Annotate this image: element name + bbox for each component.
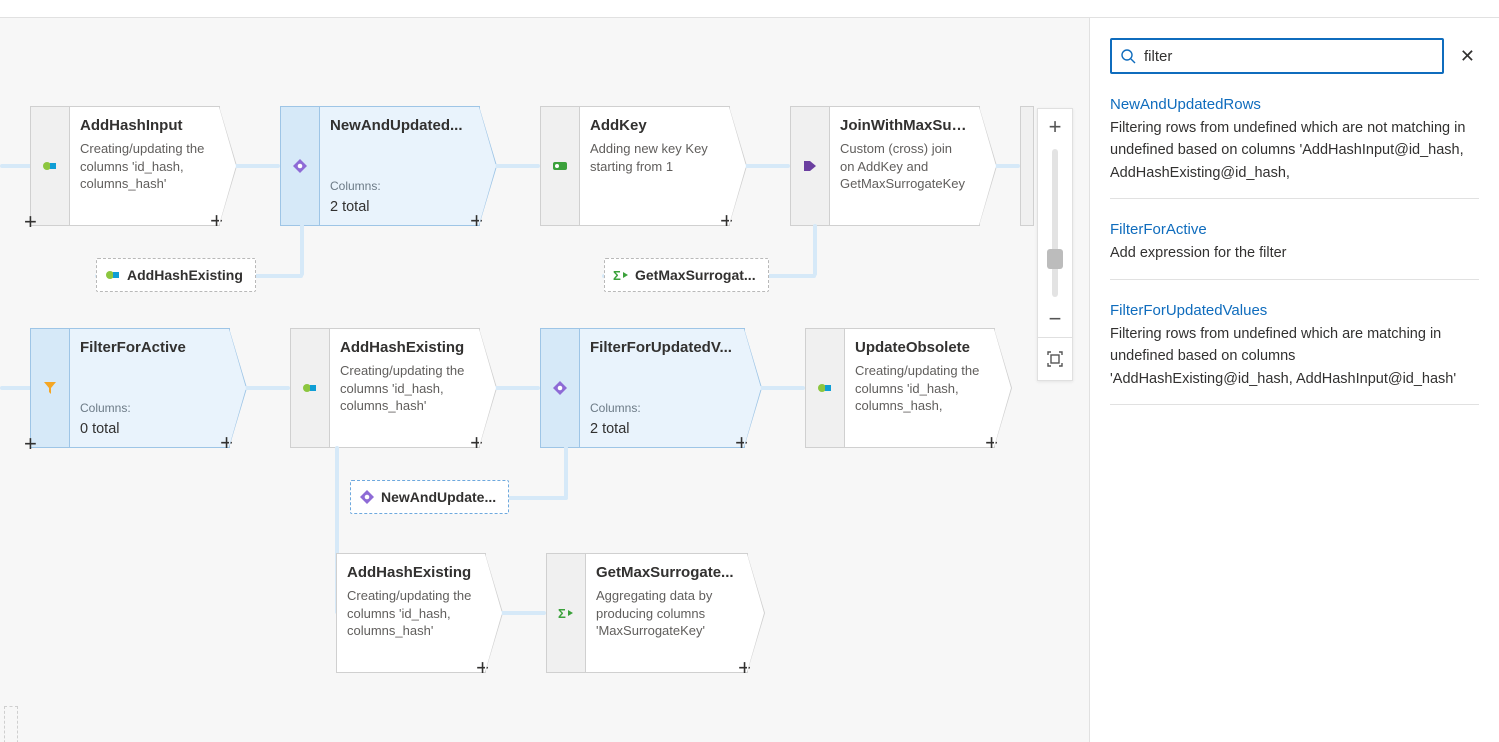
node-desc: Custom (cross) join on AddKey and GetMax…	[840, 140, 969, 193]
derived-column-icon	[105, 267, 121, 283]
svg-text:Σ: Σ	[558, 606, 566, 621]
svg-text:Σ: Σ	[613, 268, 621, 283]
node-meta-label: Columns:	[590, 401, 734, 415]
zoom-fit-button[interactable]	[1037, 338, 1073, 380]
node-meta-value: 2 total	[330, 199, 469, 215]
result-desc: Add expression for the filter	[1110, 242, 1479, 264]
search-box[interactable]	[1110, 38, 1444, 74]
add-after-icon[interactable]: +	[220, 432, 233, 454]
add-after-icon[interactable]: +	[470, 432, 483, 454]
node-addhashexisting-2[interactable]: AddHashExisting Creating/updating the co…	[332, 553, 486, 673]
node-title: AddHashExisting	[347, 564, 475, 581]
ref-getmaxsurrogate[interactable]: Σ GetMaxSurrogat...	[604, 258, 769, 292]
add-after-icon[interactable]: +	[210, 210, 223, 232]
ref-newandupdated[interactable]: NewAndUpdate...	[350, 480, 509, 514]
derived-column-icon	[805, 328, 845, 448]
top-bar	[0, 0, 1499, 18]
node-title: GetMaxSurrogate...	[596, 564, 737, 581]
node-title: AddHashInput	[80, 117, 209, 134]
add-after-icon[interactable]: +	[720, 210, 733, 232]
flow-canvas[interactable]: + AddHashInput Creating/updating the col…	[0, 18, 1089, 742]
node-title: AddHashExisting	[340, 339, 469, 356]
add-before-icon[interactable]: +	[24, 433, 37, 455]
search-result[interactable]: FilterForUpdatedValues Filtering rows fr…	[1110, 292, 1479, 405]
node-title: UpdateObsolete	[855, 339, 984, 356]
result-desc: Filtering rows from undefined which are …	[1110, 323, 1479, 390]
node-meta-label: Columns:	[80, 401, 219, 415]
derived-column-icon	[30, 106, 70, 226]
zoom-controls: + −	[1037, 108, 1073, 381]
search-input[interactable]	[1142, 47, 1434, 66]
aggregate-icon: Σ	[546, 553, 586, 673]
add-after-icon[interactable]: +	[738, 657, 751, 679]
node-desc: Creating/updating the columns 'id_hash, …	[347, 587, 475, 640]
exists-icon	[280, 106, 320, 226]
result-title[interactable]: FilterForActive	[1110, 221, 1479, 238]
result-title[interactable]: NewAndUpdatedRows	[1110, 96, 1479, 113]
search-result[interactable]: FilterForActive Add expression for the f…	[1110, 211, 1479, 279]
node-updateobsolete[interactable]: UpdateObsolete Creating/updating the col…	[805, 328, 995, 448]
zoom-in-button[interactable]: +	[1037, 109, 1073, 145]
node-desc: Creating/updating the columns 'id_hash, …	[340, 362, 469, 415]
search-icon	[1120, 48, 1136, 64]
derived-column-icon	[290, 328, 330, 448]
node-desc: Creating/updating the columns 'id_hash, …	[855, 362, 984, 418]
node-desc: Creating/updating the columns 'id_hash, …	[80, 140, 209, 193]
node-title: AddKey	[590, 117, 719, 134]
node-title: FilterForActive	[80, 339, 219, 356]
node-meta-value: 2 total	[590, 421, 734, 437]
ref-addhashexisting[interactable]: AddHashExisting	[96, 258, 256, 292]
add-after-icon[interactable]: +	[985, 432, 998, 454]
close-icon[interactable]: ✕	[1456, 42, 1479, 71]
search-results-panel: ✕ NewAndUpdatedRows Filtering rows from …	[1089, 18, 1499, 742]
node-filterforactive[interactable]: + FilterForActive Columns: 0 total +	[30, 328, 230, 448]
node-meta-label: Columns:	[330, 179, 469, 193]
add-after-icon[interactable]: +	[476, 657, 489, 679]
add-after-icon[interactable]: +	[735, 432, 748, 454]
surrogate-key-icon	[540, 106, 580, 226]
node-title: NewAndUpdated...	[330, 117, 469, 134]
node-newandupdatedrows[interactable]: NewAndUpdated... Columns: 2 total +	[280, 106, 480, 226]
node-addhashinput[interactable]: + AddHashInput Creating/updating the col…	[30, 106, 220, 226]
node-title: FilterForUpdatedV...	[590, 339, 734, 356]
zoom-slider[interactable]	[1052, 149, 1058, 297]
add-before-icon[interactable]: +	[24, 211, 37, 233]
aggregate-icon: Σ	[613, 267, 629, 283]
node-joinwithmaxsurrogate[interactable]: JoinWithMaxSur... Custom (cross) join on…	[790, 106, 980, 226]
node-filterforupdated[interactable]: FilterForUpdatedV... Columns: 2 total +	[540, 328, 745, 448]
join-icon	[790, 106, 830, 226]
result-desc: Filtering rows from undefined which are …	[1110, 117, 1479, 184]
zoom-thumb[interactable]	[1047, 249, 1063, 269]
node-partial[interactable]	[1020, 106, 1034, 226]
node-addhashexisting[interactable]: AddHashExisting Creating/updating the co…	[290, 328, 480, 448]
exists-icon	[540, 328, 580, 448]
ghost-ref	[4, 706, 18, 742]
result-title[interactable]: FilterForUpdatedValues	[1110, 302, 1479, 319]
exists-icon	[359, 489, 375, 505]
node-getmaxsurrogate[interactable]: Σ GetMaxSurrogate... Aggregating data by…	[546, 553, 748, 673]
node-desc: Aggregating data by producing columns 'M…	[596, 587, 737, 640]
node-meta-value: 0 total	[80, 421, 219, 437]
node-desc: Adding new key Key starting from 1	[590, 140, 719, 175]
add-after-icon[interactable]: +	[470, 210, 483, 232]
node-addkey[interactable]: AddKey Adding new key Key starting from …	[540, 106, 730, 226]
node-title: JoinWithMaxSur...	[840, 117, 969, 134]
search-result[interactable]: NewAndUpdatedRows Filtering rows from un…	[1110, 86, 1479, 199]
zoom-out-button[interactable]: −	[1037, 301, 1073, 337]
filter-icon	[30, 328, 70, 448]
